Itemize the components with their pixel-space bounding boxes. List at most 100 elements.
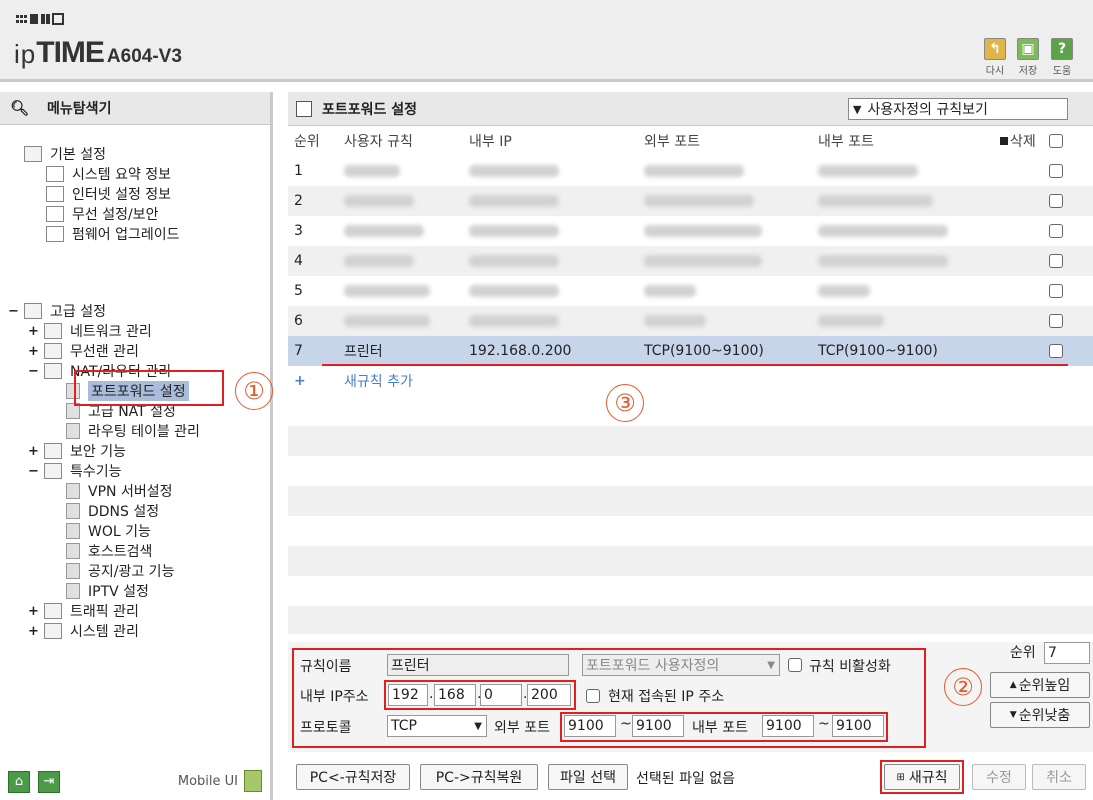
tree-item-ddns[interactable]: DDNS 설정 [66, 501, 159, 521]
annotation-1: ① [235, 372, 273, 410]
redacted-port [818, 315, 884, 327]
row-rank: 2 [294, 193, 303, 209]
collapse-toggle[interactable]: − [28, 464, 39, 479]
row-checkbox[interactable] [1049, 254, 1063, 268]
undo-button[interactable]: ↰ 다시 [981, 38, 1009, 77]
tree-basic-settings[interactable]: 기본 설정 [24, 144, 106, 164]
brand-time: TIME [36, 36, 105, 69]
row-checkbox[interactable] [1049, 224, 1063, 238]
add-rule-link[interactable]: 새규칙 추가 [344, 371, 413, 391]
redacted-port [818, 195, 933, 207]
rule-view-select[interactable]: ▼ 사용자정의 규칙보기 [848, 98, 1068, 120]
tree-item-firmware[interactable]: 펌웨어 업그레이드 [46, 224, 180, 244]
row-checkbox[interactable] [1049, 164, 1063, 178]
page-icon [66, 523, 80, 539]
tree-label: 보안 기능 [70, 444, 126, 460]
expand-toggle[interactable]: + [28, 444, 39, 459]
tree-security[interactable]: + 보안 기능 [28, 441, 126, 461]
row-rank: 4 [294, 253, 303, 269]
table-row[interactable]: 1 [288, 156, 1093, 186]
row-rank: 6 [294, 313, 303, 329]
home-icon[interactable]: ⌂ [8, 771, 30, 793]
collapse-toggle[interactable]: − [8, 304, 19, 319]
expand-toggle[interactable]: + [28, 344, 39, 359]
system-icon [44, 623, 62, 639]
upgrade-icon [46, 226, 64, 242]
redacted-ip [469, 225, 559, 237]
row-rank: 7 [294, 343, 303, 359]
page-icon [66, 483, 80, 499]
rank-up-button[interactable]: ▲ 순위높임 [990, 672, 1090, 698]
table-row[interactable]: 4 [288, 246, 1093, 276]
table-row[interactable]: 6 [288, 306, 1093, 336]
mobile-ui-link[interactable]: Mobile UI [178, 770, 262, 792]
tree-label: 시스템 요약 정보 [72, 167, 172, 183]
row-checkbox[interactable] [1049, 314, 1063, 328]
table-row[interactable]: 3 [288, 216, 1093, 246]
expand-toggle[interactable]: + [28, 324, 39, 339]
tree-special-functions[interactable]: − 특수기능 [28, 461, 122, 481]
select-all-checkbox[interactable] [1049, 134, 1063, 148]
table-header: 순위 사용자 규칙 내부 IP 외부 포트 내부 포트 삭제 [288, 126, 1093, 156]
rule-edit-form: 규칙이름 프린터 포트포워드 사용자정의 ▼ 규칙 비활성화 내부 IP주소 1… [288, 642, 1093, 752]
tree-item-host-search[interactable]: 호스트검색 [66, 541, 152, 561]
redacted-rule [344, 255, 414, 267]
tree-advanced-settings[interactable]: − 고급 설정 [8, 301, 106, 321]
tree-item-vpn[interactable]: VPN 서버설정 [66, 481, 172, 501]
menu-explorer-title: 메뉴탐색기 [47, 101, 112, 117]
row-int-port: TCP(9100~9100) [818, 343, 938, 359]
page-icon [66, 423, 80, 439]
brand-ip: ip [14, 39, 37, 69]
tree-item-wireless-security[interactable]: 무선 설정/보안 [46, 204, 158, 224]
logout-icon[interactable]: ⇥ [38, 771, 60, 793]
minus-icon [1000, 137, 1008, 145]
redacted-port [644, 255, 762, 267]
collapse-toggle[interactable]: − [28, 364, 39, 379]
tree-item-wol[interactable]: WOL 기능 [66, 521, 151, 541]
file-select-button[interactable]: 파일 선택 [548, 764, 628, 790]
table-row-selected[interactable]: 7 프린터 192.168.0.200 TCP(9100~9100) TCP(9… [288, 336, 1093, 366]
edit-button[interactable]: 수정 [972, 764, 1026, 790]
col-rank: 순위 [294, 134, 320, 150]
cancel-button[interactable]: 취소 [1032, 764, 1086, 790]
tree-item-routing-table[interactable]: 라우팅 테이블 관리 [66, 421, 200, 441]
triangle-down-icon: ▼ [1009, 710, 1017, 720]
bar-chart-icon [46, 166, 64, 182]
tree-item-notice[interactable]: 공지/광고 기능 [66, 561, 174, 581]
tree-wireless-management[interactable]: + 무선랜 관리 [28, 341, 139, 361]
tree-item-iptv[interactable]: IPTV 설정 [66, 581, 149, 601]
tree-item-internet-info[interactable]: 인터넷 설정 정보 [46, 184, 171, 204]
traffic-icon [44, 603, 62, 619]
rank-down-button[interactable]: ▼ 순위낮춤 [990, 702, 1090, 728]
table-row[interactable]: 5 [288, 276, 1093, 306]
row-checkbox[interactable] [1049, 194, 1063, 208]
row-checkbox[interactable] [1049, 284, 1063, 298]
tree-traffic[interactable]: + 트래픽 관리 [28, 601, 139, 621]
expand-toggle[interactable]: + [28, 624, 39, 639]
tree-system[interactable]: + 시스템 관리 [28, 621, 139, 641]
tree-item-system-summary[interactable]: 시스템 요약 정보 [46, 164, 171, 184]
redacted-rule [344, 165, 400, 177]
undo-icon: ↰ [984, 38, 1006, 60]
tree-label: 트래픽 관리 [70, 604, 139, 620]
row-checkbox[interactable] [1049, 344, 1063, 358]
menu-explorer-header: 🔍︎ 메뉴탐색기 [0, 92, 270, 125]
help-button[interactable]: ? 도움 [1048, 38, 1076, 77]
page-icon [66, 503, 80, 519]
col-ext-port: 외부 포트 [644, 134, 700, 150]
pc-restore-rules-button[interactable]: PC->규칙복원 [420, 764, 538, 790]
pc-save-rules-button[interactable]: PC<-규칙저장 [296, 764, 410, 790]
redacted-port [644, 225, 762, 237]
monitor-icon [46, 186, 64, 202]
tree-label: 무선랜 관리 [70, 344, 139, 360]
tree-network-management[interactable]: + 네트워크 관리 [28, 321, 152, 341]
table-row[interactable]: 2 [288, 186, 1093, 216]
action-bar: PC<-규칙저장 PC->규칙복원 파일 선택 선택된 파일 없음 ⊞ 새규칙 수… [288, 754, 1093, 800]
expand-toggle[interactable]: + [28, 604, 39, 619]
redacted-port [644, 165, 744, 177]
save-button[interactable]: ▣ 저장 [1014, 38, 1042, 77]
help-icon: ? [1051, 38, 1073, 60]
add-rule-row[interactable]: + 새규칙 추가 [288, 366, 1093, 396]
settings-page-icon [296, 100, 312, 117]
rank-input[interactable]: 7 [1044, 642, 1090, 664]
